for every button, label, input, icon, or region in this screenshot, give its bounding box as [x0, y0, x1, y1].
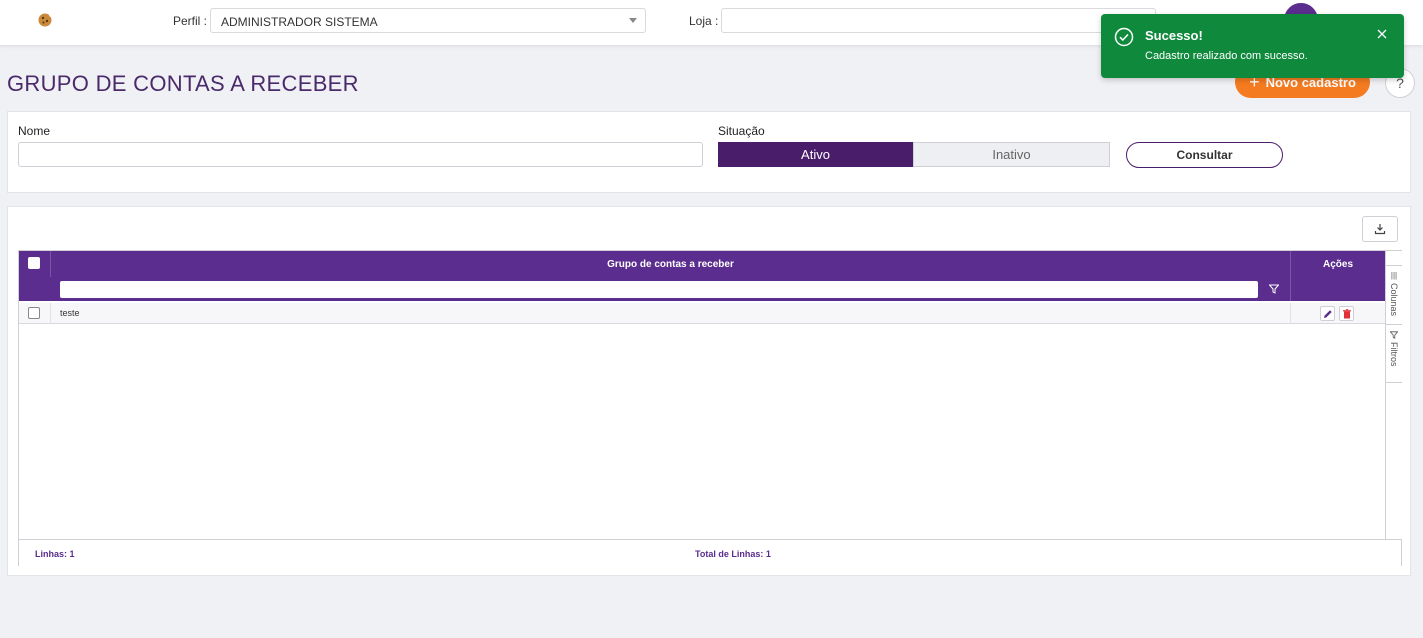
row-name: teste	[60, 308, 80, 318]
column-header-grupo[interactable]: Grupo de contas a receber	[51, 251, 1290, 277]
perfil-value: ADMINISTRADOR SISTEMA	[221, 15, 378, 29]
columns-tab-label: Colunas	[1389, 283, 1399, 317]
row-divider	[1290, 303, 1291, 324]
situacao-option-inativo[interactable]: Inativo	[913, 142, 1110, 167]
grid-footer: Linhas: 1 Total de Linhas: 1	[19, 539, 1401, 566]
grid-header: Grupo de contas a receber Ações	[19, 251, 1385, 277]
close-icon[interactable]	[1376, 28, 1388, 40]
export-button[interactable]	[1362, 216, 1398, 242]
total-rows-count: Total de Linhas: 1	[695, 549, 771, 559]
columns-icon: |||	[1390, 271, 1398, 280]
cookie-logo-icon[interactable]	[37, 12, 53, 28]
filters-tab[interactable]: Filtros	[1386, 325, 1402, 383]
check-circle-icon	[1114, 27, 1134, 47]
loja-select[interactable]	[721, 8, 1156, 33]
delete-button[interactable]	[1339, 306, 1354, 321]
funnel-icon	[1390, 331, 1398, 339]
toast-title: Sucesso!	[1145, 28, 1203, 43]
filters-tab-label: Filtros	[1389, 342, 1399, 367]
filter-divider	[1290, 277, 1291, 301]
situacao-label: Situação	[718, 124, 765, 138]
situacao-option-ativo[interactable]: Ativo	[718, 142, 913, 167]
rows-count: Linhas: 1	[35, 549, 75, 559]
filter-panel: Nome Situação Ativo Inativo Consultar	[7, 111, 1411, 193]
row-divider	[50, 303, 51, 324]
columns-tab[interactable]: ||| Colunas	[1386, 265, 1402, 325]
chevron-down-icon	[629, 18, 637, 23]
edit-button[interactable]	[1320, 306, 1335, 321]
grid-filter-row	[19, 277, 1385, 301]
nome-input[interactable]	[18, 142, 703, 167]
download-icon	[1374, 224, 1386, 235]
grid-side-panel: ||| Colunas Filtros	[1385, 251, 1402, 539]
consultar-button[interactable]: Consultar	[1126, 142, 1283, 168]
column-header-acoes: Ações	[1322, 258, 1353, 270]
perfil-label: Perfil :	[173, 14, 208, 28]
loja-label: Loja :	[689, 14, 719, 28]
situacao-toggle: Ativo Inativo	[718, 142, 1110, 167]
toast-message: Cadastro realizado com sucesso.	[1145, 50, 1308, 62]
data-grid: Grupo de contas a receber Ações teste ||…	[18, 250, 1402, 566]
nome-label: Nome	[18, 124, 51, 138]
column-filter-input[interactable]	[60, 281, 1258, 298]
success-toast: Sucesso! Cadastro realizado com sucesso.	[1101, 14, 1404, 78]
select-all-checkbox[interactable]	[28, 257, 40, 269]
perfil-select[interactable]: ADMINISTRADOR SISTEMA	[210, 8, 646, 33]
trash-icon	[1342, 308, 1351, 318]
grid-panel: Grupo de contas a receber Ações teste ||…	[7, 206, 1411, 576]
funnel-icon[interactable]	[1269, 284, 1279, 294]
page-title: GRUPO DE CONTAS A RECEBER	[7, 71, 359, 96]
pencil-icon	[1323, 309, 1332, 318]
table-row[interactable]: teste	[19, 303, 1385, 324]
row-checkbox[interactable]	[28, 307, 40, 319]
